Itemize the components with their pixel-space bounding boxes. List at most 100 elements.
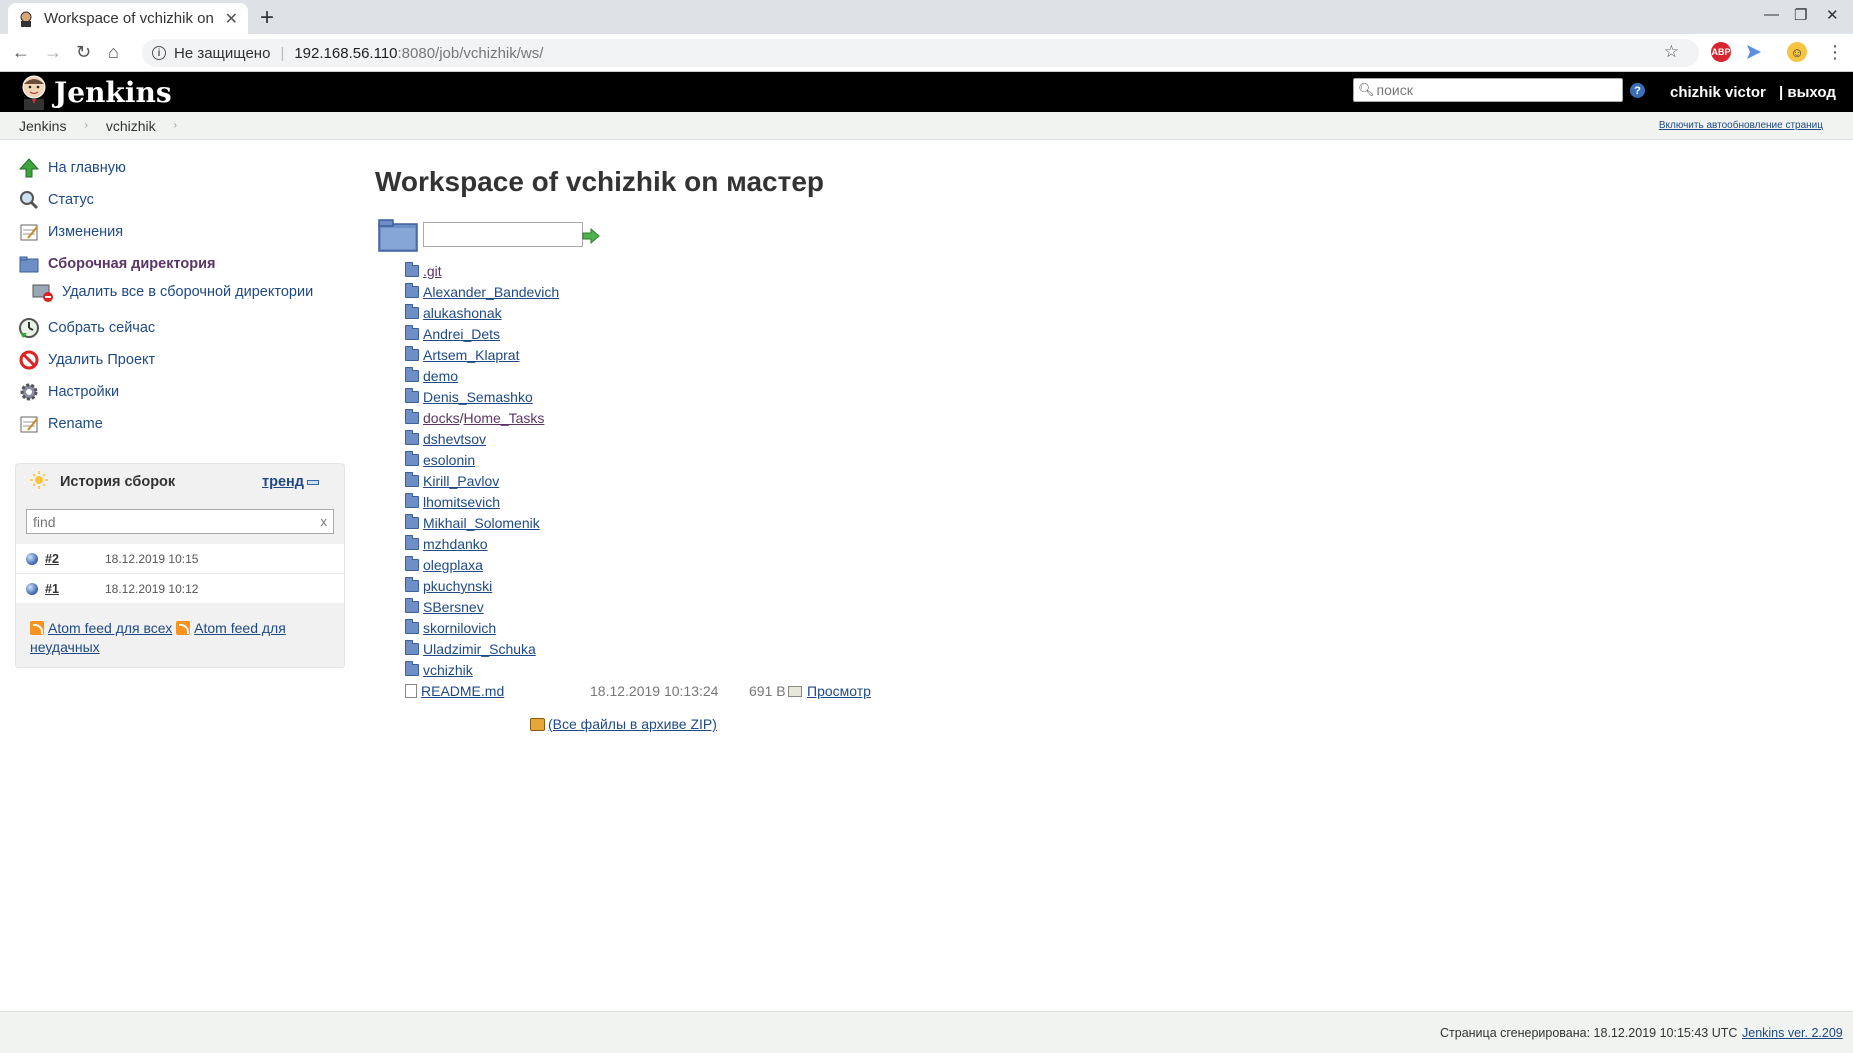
folder-link[interactable]: dshevtsov — [423, 431, 486, 447]
collapse-icon[interactable] — [307, 480, 319, 485]
page-title: Workspace of vchizhik on мастер — [375, 166, 824, 197]
gear-icon — [18, 381, 40, 403]
build-row[interactable]: #1 18.12.2019 10:12 — [16, 574, 344, 604]
sidebar-item-status[interactable]: Статус — [18, 189, 94, 211]
folder-link[interactable]: pkuchynski — [423, 578, 492, 594]
folder-link[interactable]: Mikhail_Solomenik — [423, 515, 540, 531]
sidebar-item-workspace[interactable]: Сборочная директория — [18, 253, 215, 275]
folder-link[interactable]: olegplaxa — [423, 557, 483, 573]
tab-close-icon[interactable]: ✕ — [225, 9, 238, 29]
build-number-link[interactable]: #2 — [45, 552, 105, 566]
breadcrumb-jenkins[interactable]: Jenkins — [19, 118, 66, 134]
build-number-link[interactable]: #1 — [45, 582, 105, 596]
folder-link[interactable]: .git — [423, 263, 442, 279]
send-extension-icon[interactable] — [1744, 42, 1764, 62]
url-host: 192.168.56.110 — [294, 44, 398, 62]
build-row[interactable]: #2 18.12.2019 10:15 — [16, 544, 344, 574]
reload-icon[interactable]: ↻ — [76, 42, 91, 63]
help-icon[interactable]: ? — [1630, 83, 1645, 98]
folder-link[interactable]: docks — [423, 410, 460, 426]
folder-icon — [405, 472, 419, 487]
jenkins-logo[interactable]: Jenkins — [18, 74, 172, 110]
folder-link[interactable]: demo — [423, 368, 458, 384]
back-icon[interactable]: ← — [12, 42, 30, 63]
build-find-field[interactable]: find x — [26, 509, 334, 534]
url-omnibox[interactable]: i Не защищено | 192.168.56.110:8080/job/… — [142, 39, 1699, 67]
trend-link[interactable]: тренд — [262, 474, 304, 490]
folder-link[interactable]: Andrei_Dets — [423, 326, 500, 342]
user-link[interactable]: chizhik victor — [1670, 84, 1766, 101]
atom-feed-all-link[interactable]: Atom feed для всех — [48, 620, 172, 636]
file-link[interactable]: README.md — [421, 683, 504, 699]
folder-link[interactable]: Denis_Semashko — [423, 389, 533, 405]
rss-feed-icon[interactable] — [176, 621, 191, 635]
jenkins-favicon-icon — [18, 11, 34, 27]
folder-link[interactable]: alukashonak — [423, 305, 502, 321]
search-input[interactable] — [1376, 82, 1617, 98]
logout-link[interactable]: | выход — [1779, 84, 1836, 101]
jenkins-butler-icon — [22, 75, 46, 110]
view-icon[interactable] — [788, 685, 802, 697]
find-placeholder: find — [33, 513, 56, 530]
url-path: :8080/job/vchizhik/ws/ — [397, 44, 544, 62]
folder-link[interactable]: Alexander_Bandevich — [423, 284, 559, 300]
folder-entry: docks / Home_Tasks — [405, 408, 544, 428]
forward-icon[interactable]: → — [44, 42, 62, 63]
sidebar-item-settings[interactable]: Настройки — [18, 381, 119, 403]
subfolder-link[interactable]: Home_Tasks — [463, 410, 544, 426]
close-window-icon[interactable]: ✕ — [1826, 6, 1839, 24]
new-tab-button[interactable]: + — [260, 4, 274, 32]
enable-autorefresh-link[interactable]: Включить автообновление страниц — [1659, 120, 1823, 131]
zip-archive-icon[interactable] — [530, 717, 545, 731]
breadcrumb-arrow-icon[interactable]: › — [84, 120, 87, 131]
sidebar-item-delete-project[interactable]: Удалить Проект — [18, 349, 155, 371]
folder-link[interactable]: lhomitsevich — [423, 494, 500, 510]
folder-icon — [405, 598, 419, 613]
build-history-title: История сборок — [60, 474, 176, 490]
browser-tab[interactable]: Workspace of vchizhik on ✕ — [8, 3, 248, 34]
menu-dots-icon[interactable]: ⋮ — [1826, 42, 1844, 63]
folder-link[interactable]: Uladzimir_Schuka — [423, 641, 536, 657]
bookmark-star-icon[interactable]: ☆ — [1664, 42, 1679, 62]
sidebar-item-changes[interactable]: Изменения — [18, 221, 123, 243]
sidebar-item-build-now[interactable]: Собрать сейчас — [18, 317, 155, 339]
build-clock-icon — [18, 317, 40, 339]
minimize-icon[interactable]: — — [1764, 6, 1779, 23]
adblock-extension-icon[interactable]: ABP — [1711, 42, 1731, 62]
breadcrumb-arrow-icon[interactable]: › — [174, 120, 177, 131]
go-arrow-icon[interactable] — [582, 228, 600, 244]
browser-tab-bar: Workspace of vchizhik on ✕ + — ❐ ✕ — [0, 0, 1853, 34]
folder-link[interactable]: SBersnev — [423, 599, 484, 615]
sun-weather-icon — [30, 470, 48, 494]
breadcrumb-vchizhik[interactable]: vchizhik — [106, 118, 156, 134]
clear-find-icon[interactable]: x — [321, 514, 328, 529]
sidebar-item-wipe-workspace[interactable]: Удалить все в сборочной директории — [32, 281, 313, 303]
folder-icon — [405, 367, 419, 382]
maximize-icon[interactable]: ❐ — [1794, 6, 1807, 24]
rss-feed-icon[interactable] — [30, 621, 44, 635]
folder-link[interactable]: esolonin — [423, 452, 475, 468]
file-view: Просмотр — [788, 683, 871, 699]
sidebar-item-label: Настройки — [48, 384, 120, 400]
folder-icon — [405, 451, 419, 466]
folder-link[interactable]: Kirill_Pavlov — [423, 473, 499, 489]
info-icon[interactable]: i — [152, 46, 166, 60]
zip-download-link[interactable]: (Все файлы в архиве ZIP) — [548, 716, 717, 732]
jenkins-version-link[interactable]: Jenkins ver. 2.209 — [1742, 1026, 1843, 1040]
view-link[interactable]: Просмотр — [807, 683, 871, 699]
profile-avatar-icon[interactable]: ☺ — [1787, 42, 1807, 62]
notepad-icon — [18, 413, 40, 435]
build-date[interactable]: 18.12.2019 10:12 — [105, 582, 198, 596]
folder-link[interactable]: Artsem_Klaprat — [423, 347, 519, 363]
folder-link[interactable]: skornilovich — [423, 620, 496, 636]
sidebar-item-home[interactable]: На главную — [18, 157, 126, 179]
url-separator: | — [280, 44, 285, 62]
folder-link[interactable]: vchizhik — [423, 662, 473, 678]
search-box[interactable]: 🔍︎ — [1353, 78, 1623, 102]
sidebar-item-label: Сборочная директория — [48, 256, 216, 272]
sidebar-item-rename[interactable]: Rename — [18, 413, 103, 435]
folder-link[interactable]: mzhdanko — [423, 536, 488, 552]
path-glob-input[interactable] — [423, 222, 583, 247]
build-date[interactable]: 18.12.2019 10:15 — [105, 552, 198, 566]
home-icon[interactable]: ⌂ — [108, 42, 119, 63]
